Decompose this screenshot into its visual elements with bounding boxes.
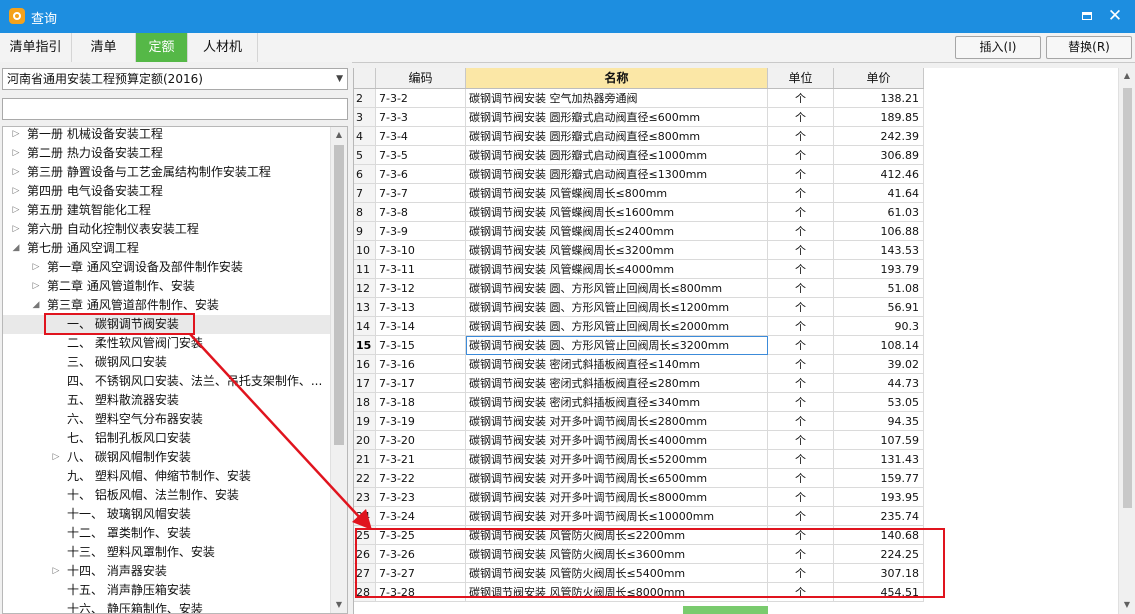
bottom-expand-button[interactable] [683, 606, 768, 614]
red-arrow-annotation [189, 333, 372, 530]
